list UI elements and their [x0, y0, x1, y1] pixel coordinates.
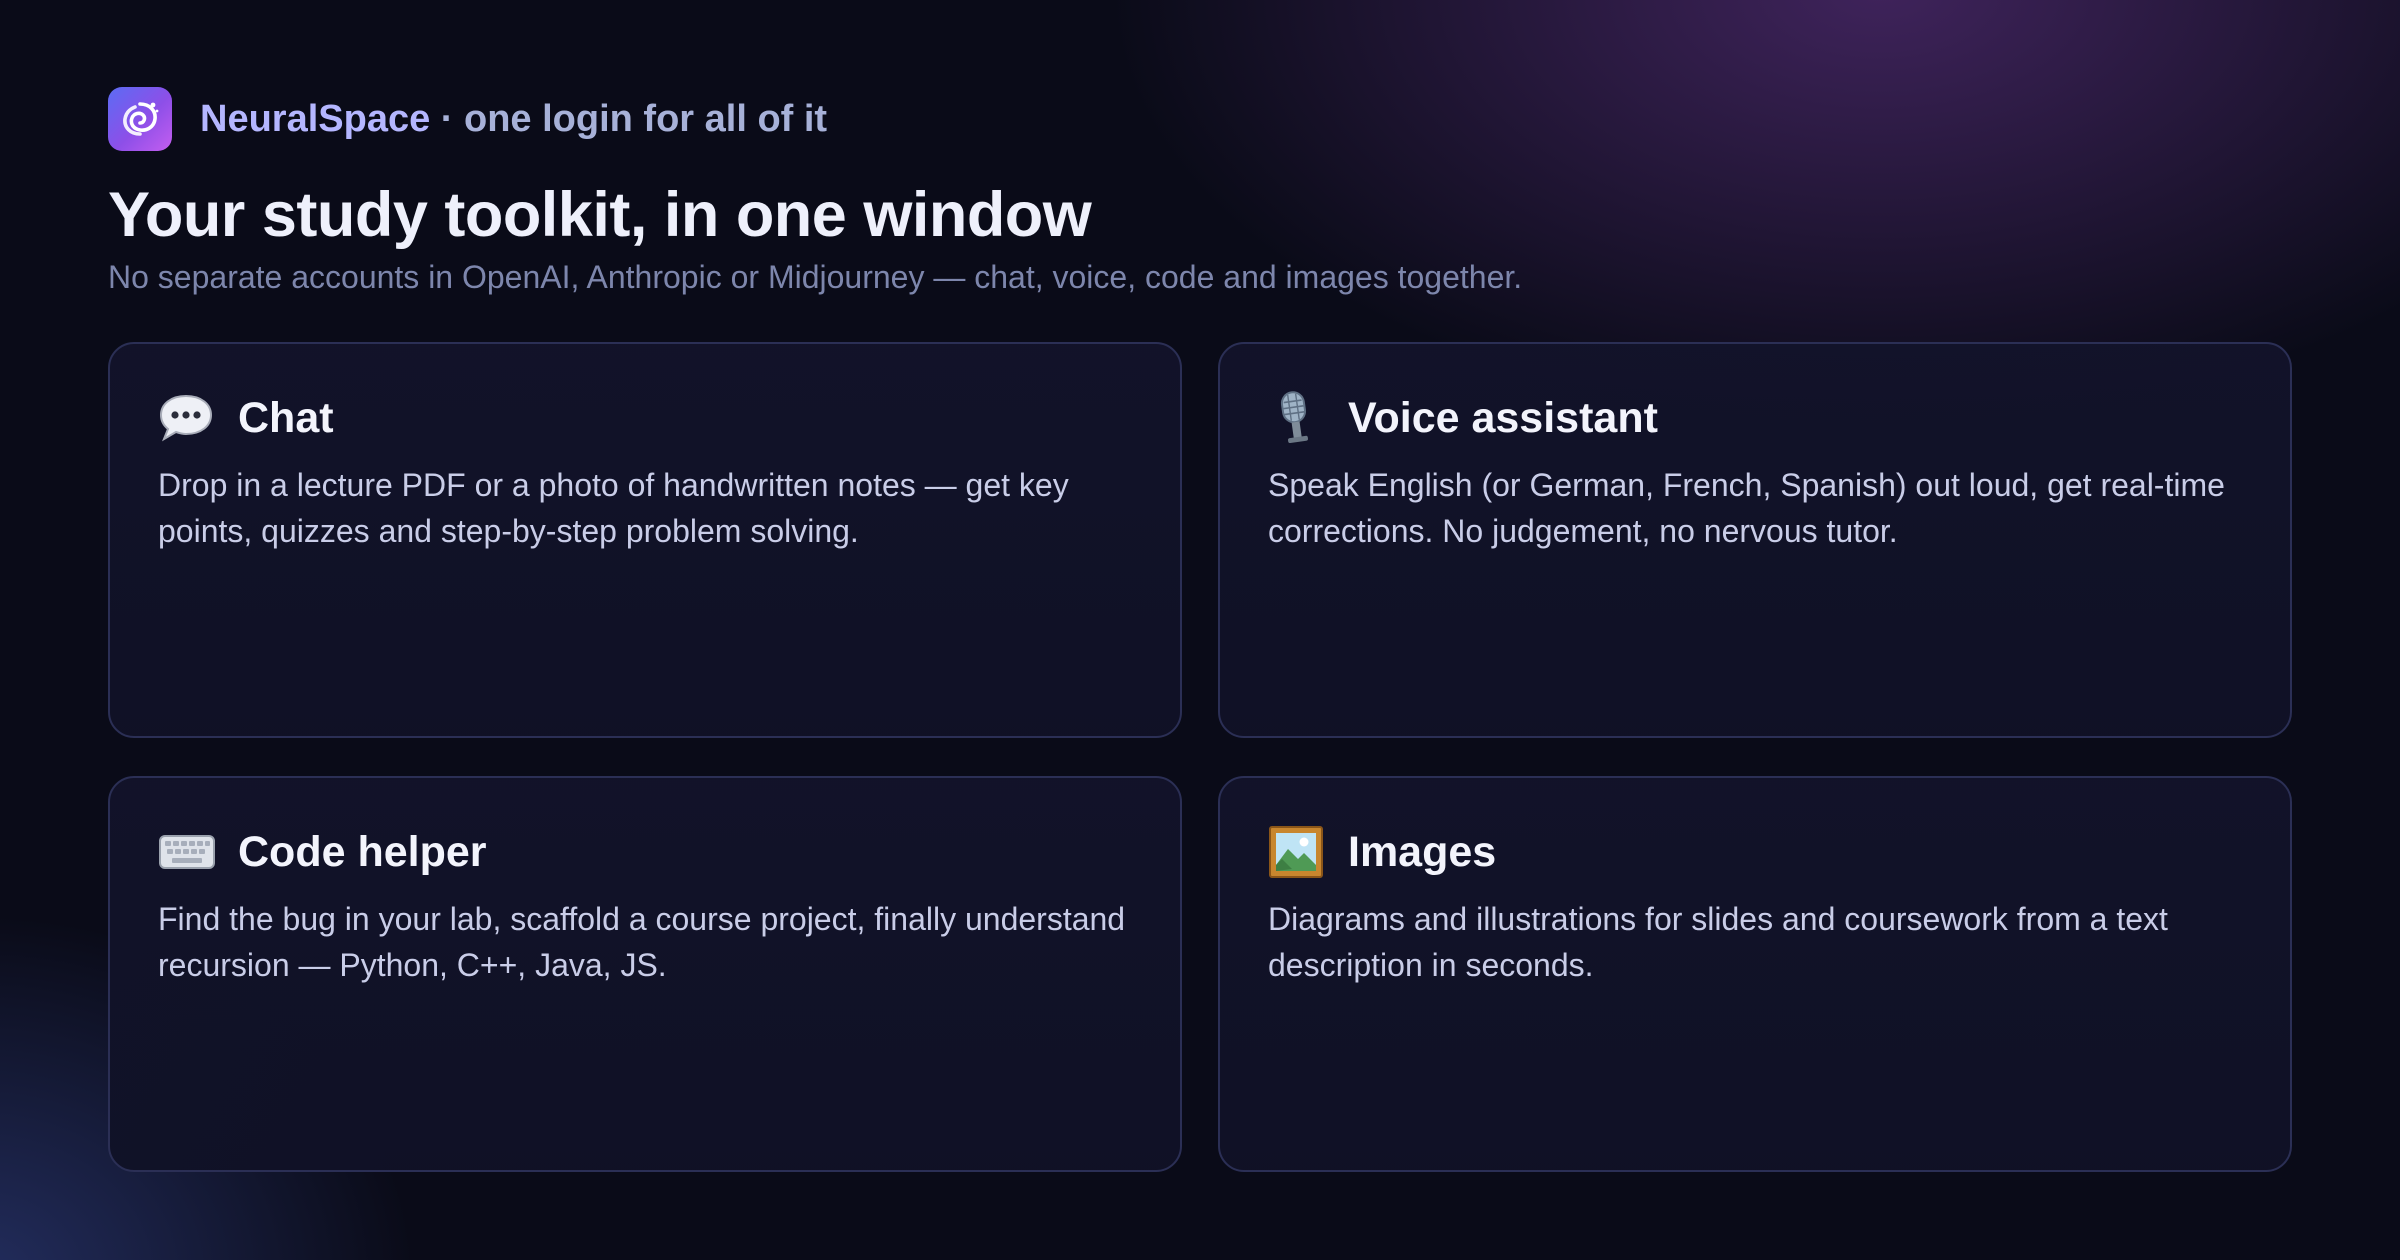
card-title: Voice assistant [1348, 393, 1658, 442]
brand-tagline: · one login for all of it [430, 97, 828, 140]
swirl-galaxy-icon [108, 87, 172, 151]
card-header: Voice assistant [1268, 388, 2242, 448]
card-header: Images [1268, 822, 2242, 882]
brand-bar: NeuralSpace · one login for all of it [108, 86, 2292, 152]
brand-name: NeuralSpace [200, 97, 431, 140]
page-title: Your study toolkit, in one window [108, 180, 1092, 250]
page-subtitle: No separate accounts in OpenAI, Anthropi… [108, 258, 1523, 295]
feature-card-images[interactable]: Images Diagrams and illustrations for sl… [1218, 776, 2292, 1172]
card-title: Chat [238, 393, 334, 442]
feature-grid: Chat Drop in a lecture PDF or a photo of… [108, 342, 2292, 1172]
card-title: Code helper [238, 827, 487, 876]
page-header: NeuralSpace · one login for all of it Yo… [108, 86, 2292, 298]
microphone-icon [1268, 390, 1328, 446]
card-description: Speak English (or German, French, Spanis… [1268, 467, 2225, 549]
feature-card-chat[interactable]: Chat Drop in a lecture PDF or a photo of… [108, 342, 1182, 738]
feature-card-code-helper[interactable]: Code helper Find the bug in your lab, sc… [108, 776, 1182, 1172]
card-header: Code helper [158, 822, 1132, 882]
card-header: Chat [158, 388, 1132, 448]
card-description: Find the bug in your lab, scaffold a cou… [158, 901, 1126, 983]
feature-card-voice-assistant[interactable]: Voice assistant Speak English (or German… [1218, 342, 2292, 738]
card-description: Drop in a lecture PDF or a photo of hand… [158, 467, 1069, 549]
card-description: Diagrams and illustrations for slides an… [1268, 901, 2168, 983]
card-title: Images [1348, 827, 1497, 876]
speech-bubble-icon [158, 390, 218, 446]
keyboard-icon [158, 824, 218, 880]
framed-picture-icon [1268, 824, 1328, 880]
brand-text: NeuralSpace · one login for all of it [200, 98, 827, 141]
